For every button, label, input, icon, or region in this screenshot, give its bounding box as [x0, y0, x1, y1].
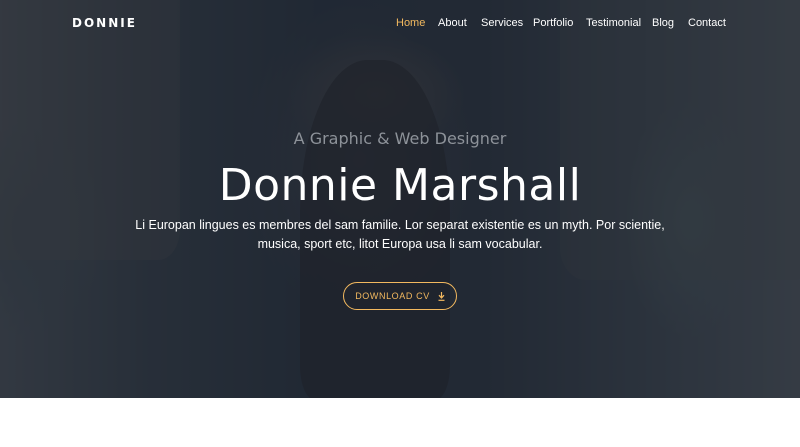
download-cv-label: DOWNLOAD CV — [355, 291, 430, 301]
nav-item-home[interactable]: Home — [396, 17, 425, 29]
hero-title: Donnie Marshall — [218, 160, 582, 211]
nav-item-portfolio[interactable]: Portfolio — [533, 17, 573, 29]
hero-description: Li Europan lingues es membres del sam fa… — [135, 218, 665, 251]
nav-item-testimonial[interactable]: Testimonial — [586, 17, 641, 29]
nav-item-about[interactable]: About — [438, 17, 467, 29]
top-navbar: DONNIE Home About Services Portfolio Tes… — [0, 0, 800, 48]
nav-item-services[interactable]: Services — [481, 17, 523, 29]
nav-item-blog[interactable]: Blog — [652, 17, 674, 29]
download-cv-button[interactable]: DOWNLOAD CV — [343, 282, 457, 310]
nav-menu: Home About Services Portfolio Testimonia… — [0, 17, 800, 31]
hero-content: A Graphic & Web Designer Donnie Marshall… — [0, 0, 800, 398]
hero-subtitle: A Graphic & Web Designer — [293, 129, 507, 148]
nav-item-contact[interactable]: Contact — [688, 17, 726, 29]
download-icon — [438, 291, 445, 301]
